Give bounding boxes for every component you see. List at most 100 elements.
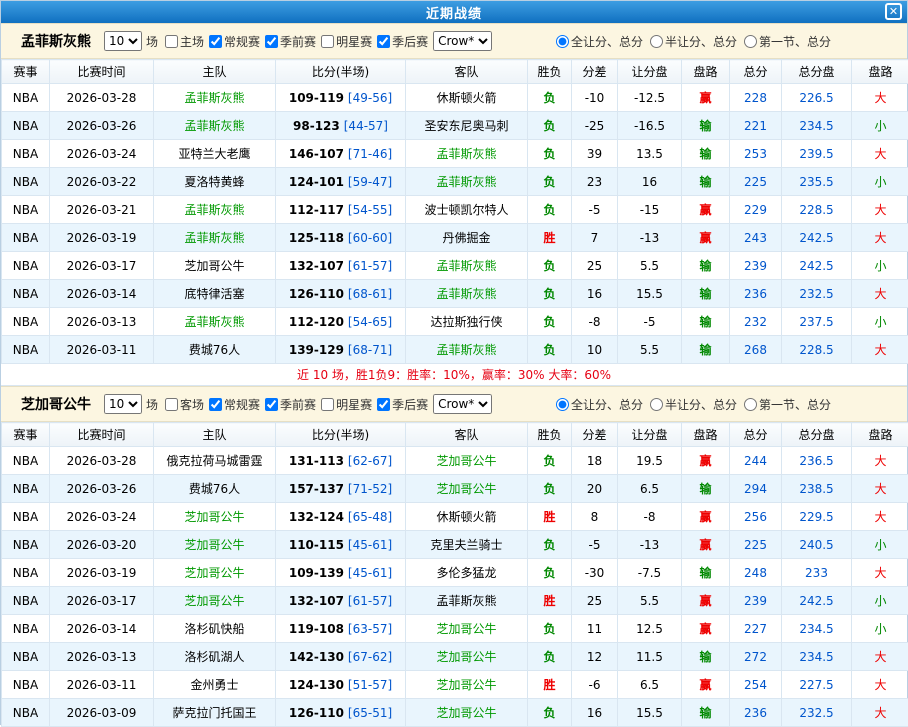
date-cell: 2026-03-26 (50, 475, 154, 503)
radio-label: 半让分、总分 (665, 396, 737, 413)
full-score: 131-113 (289, 454, 344, 468)
filter-radios: 全让分、总分半让分、总分第一节、总分 (553, 396, 835, 413)
total-line-cell: 227.5 (782, 671, 852, 699)
handicap-cell: -5 (618, 308, 682, 336)
odds-type-select[interactable]: Crow* (433, 394, 492, 414)
filter-checkbox: 季前赛 (262, 33, 316, 50)
table-row: NBA2026-03-19孟菲斯灰熊125-118[60-60]丹佛掘金胜7-1… (2, 224, 908, 252)
full-score: 146-107 (289, 147, 344, 161)
home-team-cell: 孟菲斯灰熊 (154, 224, 276, 252)
total-cell: 239 (730, 252, 782, 280)
recent-results-dialog: 近期战绩 ✕ 孟菲斯灰熊 10 场 主场常规赛季前赛明星赛季后赛 Crow* 全… (0, 0, 908, 725)
table-row: NBA2026-03-13洛杉矶湖人142-130[67-62]芝加哥公牛负12… (2, 643, 908, 671)
ou-cell: 大 (852, 336, 908, 364)
total-cell: 228 (730, 84, 782, 112)
handicap-cell: -13 (618, 224, 682, 252)
checkbox-input[interactable] (321, 398, 334, 411)
away-team-cell: 芝加哥公牛 (406, 475, 528, 503)
full-score: 124-130 (289, 678, 344, 692)
odds-type-select[interactable]: Crow* (433, 31, 492, 51)
total-line-cell: 234.5 (782, 643, 852, 671)
score-cell: 139-129[68-71] (276, 336, 406, 364)
checkbox-label: 主场 (180, 33, 204, 50)
result-cell: 胜 (528, 224, 572, 252)
team-name: 孟菲斯灰熊 (21, 31, 91, 51)
result-cell: 胜 (528, 671, 572, 699)
radio-input[interactable] (556, 398, 569, 411)
summary-row: 近 10 场，胜1负9：胜率：10%，赢率：30% 大率：60% (1, 364, 907, 386)
handicap-result-cell: 输 (682, 308, 730, 336)
table-body: NBA2026-03-28俄克拉荷马城雷霆131-113[62-67]芝加哥公牛… (2, 447, 908, 727)
radio-label: 全让分、总分 (571, 396, 643, 413)
away-team-cell: 芝加哥公牛 (406, 615, 528, 643)
date-cell: 2026-03-14 (50, 615, 154, 643)
half-score: [62-67] (348, 454, 392, 468)
away-team-cell: 孟菲斯灰熊 (406, 280, 528, 308)
half-score: [45-61] (348, 538, 392, 552)
result-cell: 负 (528, 531, 572, 559)
full-score: 124-101 (289, 175, 344, 189)
checkbox-input[interactable] (377, 398, 390, 411)
home-team-cell: 芝加哥公牛 (154, 503, 276, 531)
checkbox-input[interactable] (321, 35, 334, 48)
radio-label: 全让分、总分 (571, 33, 643, 50)
full-score: 132-107 (289, 259, 344, 273)
checkbox-input[interactable] (165, 35, 178, 48)
handicap-result-cell: 输 (682, 112, 730, 140)
ou-cell: 大 (852, 699, 908, 727)
ou-cell: 小 (852, 168, 908, 196)
total-cell: 239 (730, 587, 782, 615)
away-team-cell: 休斯顿火箭 (406, 503, 528, 531)
result-cell: 负 (528, 112, 572, 140)
radio-input[interactable] (556, 35, 569, 48)
column-header: 赛事 (2, 60, 50, 84)
filter-checkbox: 客场 (162, 396, 204, 413)
league-cell: NBA (2, 140, 50, 168)
date-cell: 2026-03-22 (50, 168, 154, 196)
column-header: 赛事 (2, 423, 50, 447)
close-icon[interactable]: ✕ (885, 3, 902, 20)
handicap-cell: -16.5 (618, 112, 682, 140)
total-line-cell: 240.5 (782, 531, 852, 559)
result-cell: 负 (528, 84, 572, 112)
full-score: 139-129 (289, 343, 344, 357)
radio-input[interactable] (650, 398, 663, 411)
checkbox-input[interactable] (209, 35, 222, 48)
checkbox-input[interactable] (377, 35, 390, 48)
radio-input[interactable] (744, 398, 757, 411)
team-section: 孟菲斯灰熊 10 场 主场常规赛季前赛明星赛季后赛 Crow* 全让分、总分半让… (1, 23, 907, 386)
home-team-cell: 洛杉矶湖人 (154, 643, 276, 671)
home-team-cell: 孟菲斯灰熊 (154, 196, 276, 224)
score-cell: 112-120[54-65] (276, 308, 406, 336)
column-header: 主队 (154, 423, 276, 447)
column-header: 胜负 (528, 60, 572, 84)
full-score: 110-115 (289, 538, 344, 552)
filter-bar: 孟菲斯灰熊 10 场 主场常规赛季前赛明星赛季后赛 Crow* 全让分、总分半让… (1, 23, 907, 59)
radio-input[interactable] (650, 35, 663, 48)
half-score: [71-52] (348, 482, 392, 496)
away-team-cell: 波士顿凯尔特人 (406, 196, 528, 224)
table-header-row: 赛事比赛时间主队比分(半场)客队胜负分差让分盘盘路总分总分盘盘路 (2, 423, 908, 447)
away-team-cell: 圣安东尼奥马刺 (406, 112, 528, 140)
full-score: 98-123 (293, 119, 340, 133)
games-count-select[interactable]: 10 (104, 394, 142, 414)
home-team-cell: 金州勇士 (154, 671, 276, 699)
table-row: NBA2026-03-14洛杉矶快船119-108[63-57]芝加哥公牛负11… (2, 615, 908, 643)
away-team-cell: 孟菲斯灰熊 (406, 168, 528, 196)
score-cell: 126-110[68-61] (276, 280, 406, 308)
away-team-cell: 休斯顿火箭 (406, 84, 528, 112)
radio-input[interactable] (744, 35, 757, 48)
checkbox-input[interactable] (209, 398, 222, 411)
home-team-cell: 费城76人 (154, 475, 276, 503)
checkbox-input[interactable] (165, 398, 178, 411)
handicap-result-cell: 输 (682, 699, 730, 727)
checkbox-input[interactable] (265, 398, 278, 411)
column-header: 比赛时间 (50, 423, 154, 447)
away-team-cell: 孟菲斯灰熊 (406, 140, 528, 168)
column-header: 让分盘 (618, 423, 682, 447)
diff-cell: 16 (572, 280, 618, 308)
games-count-select[interactable]: 10 (104, 31, 142, 51)
checkbox-input[interactable] (265, 35, 278, 48)
diff-cell: 20 (572, 475, 618, 503)
total-cell: 225 (730, 531, 782, 559)
